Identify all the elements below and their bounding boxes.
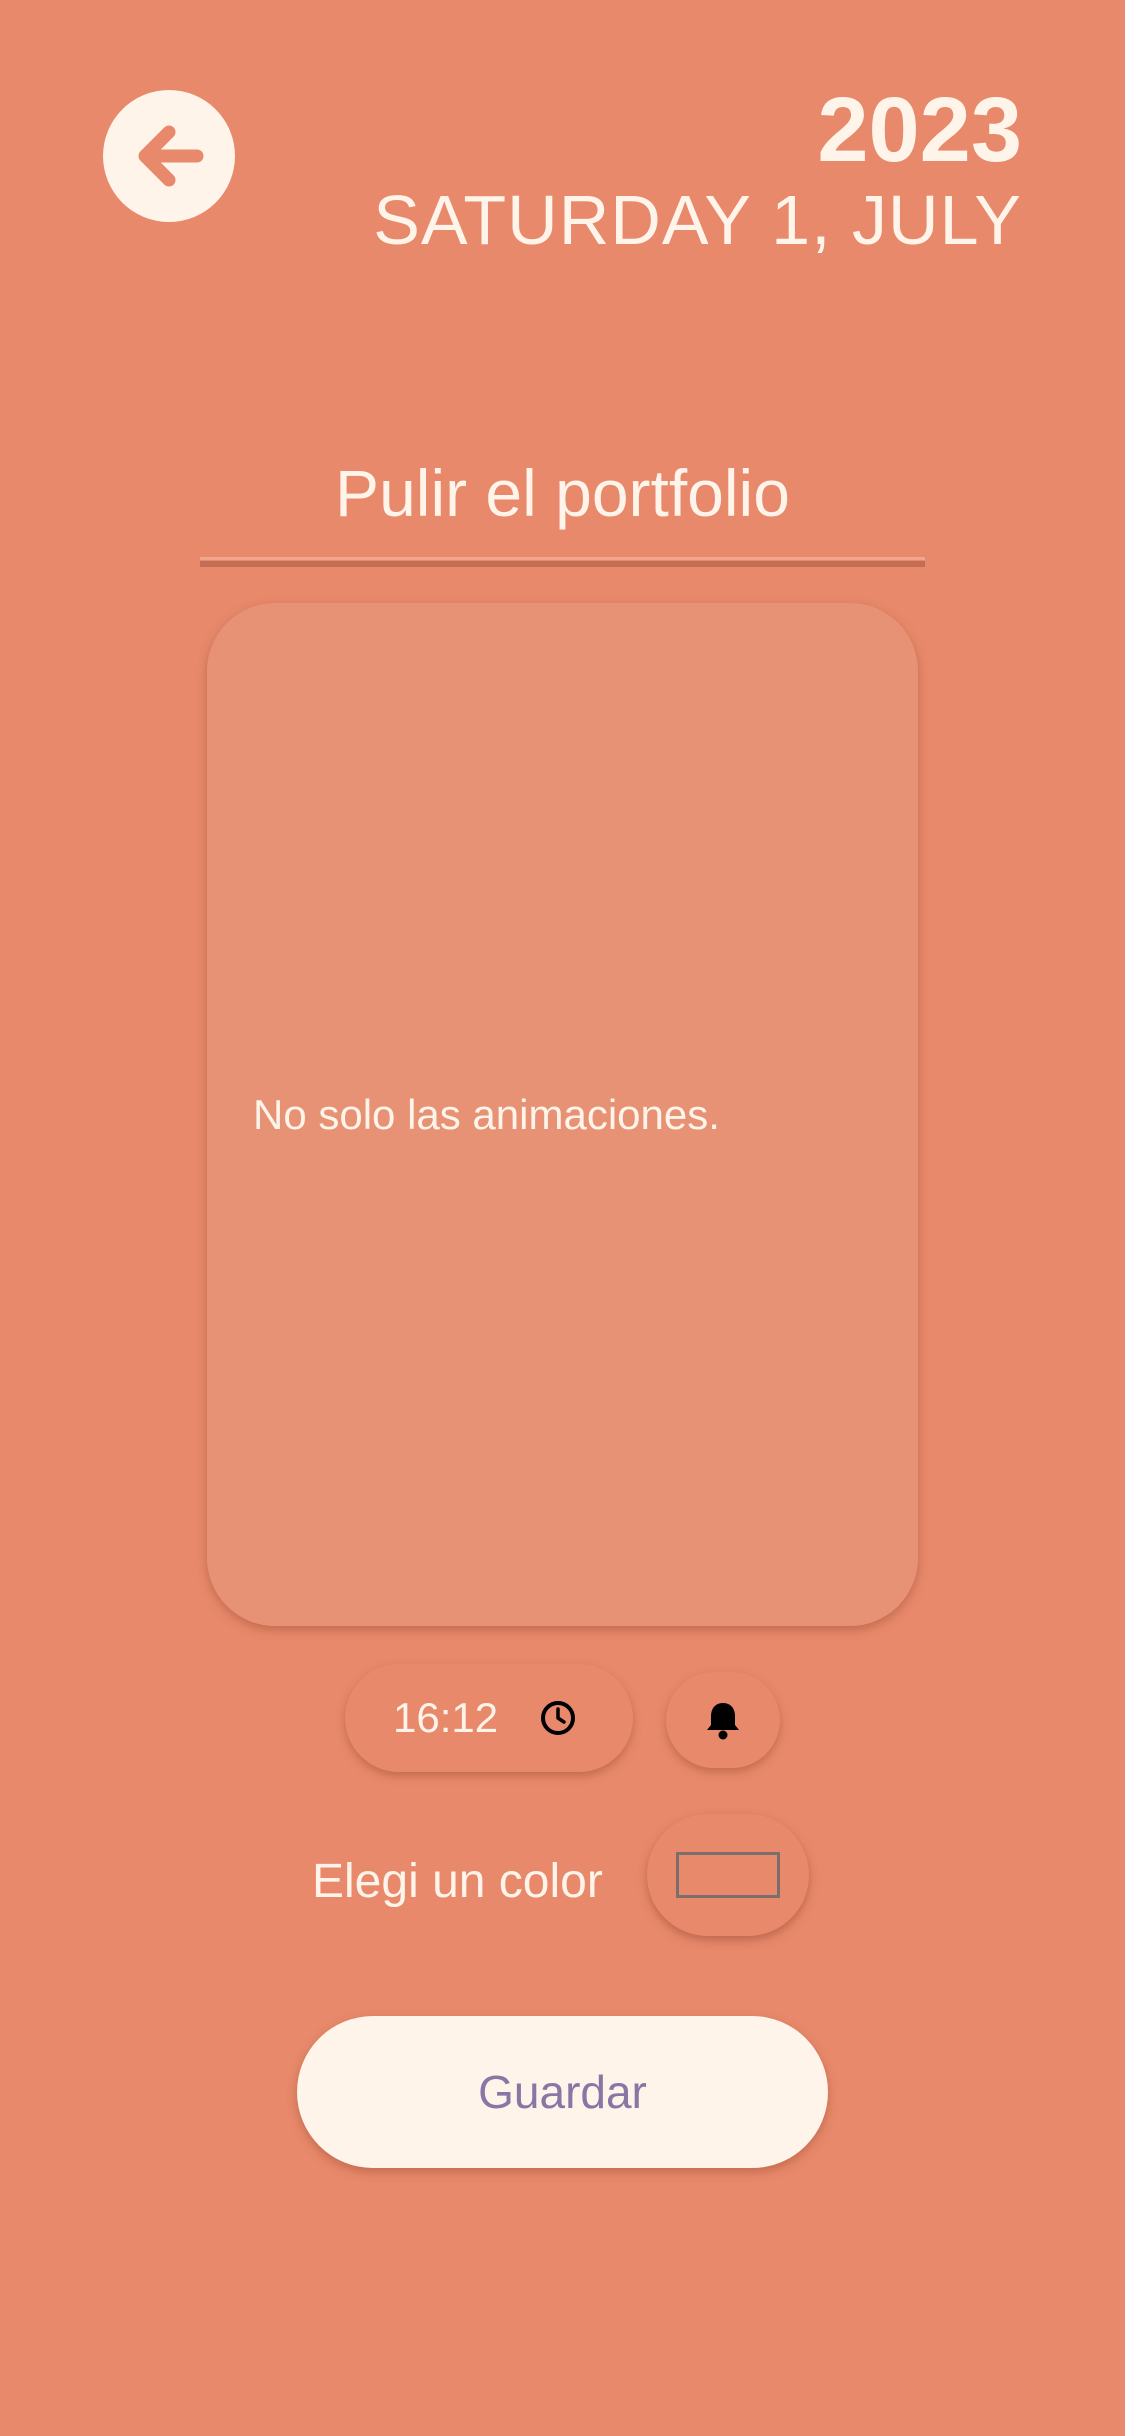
save-button[interactable]: Guardar xyxy=(297,2016,828,2168)
color-swatch xyxy=(676,1852,780,1898)
reminder-toggle-button[interactable] xyxy=(666,1672,780,1768)
task-title-field[interactable]: Pulir el portfolio xyxy=(200,438,925,570)
color-picker-button[interactable] xyxy=(647,1814,809,1936)
bell-icon xyxy=(707,1703,739,1740)
date-label: SATURDAY 1, JULY xyxy=(373,181,1022,259)
title-underline-highlight xyxy=(200,557,925,560)
arrow-left-icon xyxy=(138,125,204,187)
year-label: 2023 xyxy=(817,79,1022,181)
date-header: 2023 SATURDAY 1, JULY xyxy=(373,80,1022,260)
clock-icon xyxy=(541,1701,575,1735)
save-button-label: Guardar xyxy=(478,2066,647,2118)
time-value: 16:12 xyxy=(393,1694,499,1741)
time-picker-button[interactable]: 16:12 xyxy=(345,1664,633,1772)
note-text: No solo las animaciones. xyxy=(253,1090,720,1138)
note-card[interactable]: No solo las animaciones. xyxy=(207,603,918,1626)
task-title: Pulir el portfolio xyxy=(335,456,790,530)
color-label: Elegi un color xyxy=(312,1855,603,1908)
back-button[interactable] xyxy=(103,90,235,222)
title-underline xyxy=(200,561,925,567)
